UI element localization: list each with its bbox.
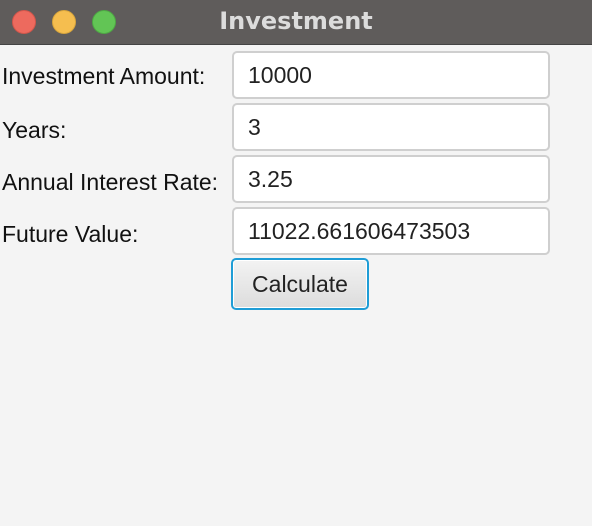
years-field[interactable]: 3 bbox=[232, 103, 550, 151]
app-window: Investment Investment Amount: 10000 Year… bbox=[0, 0, 592, 526]
years-label: Years: bbox=[2, 117, 67, 143]
annual-interest-rate-field[interactable]: 3.25 bbox=[232, 155, 550, 203]
investment-amount-field[interactable]: 10000 bbox=[232, 51, 550, 99]
annual-interest-rate-label: Annual Interest Rate: bbox=[2, 169, 219, 195]
future-value-field[interactable]: 11022.661606473503 bbox=[232, 207, 550, 255]
window-title: Investment bbox=[219, 7, 373, 35]
calculate-button[interactable]: Calculate bbox=[231, 258, 369, 310]
future-value-label: Future Value: bbox=[2, 221, 139, 247]
investment-amount-label: Investment Amount: bbox=[2, 63, 206, 89]
title-bar[interactable]: Investment bbox=[0, 0, 592, 45]
